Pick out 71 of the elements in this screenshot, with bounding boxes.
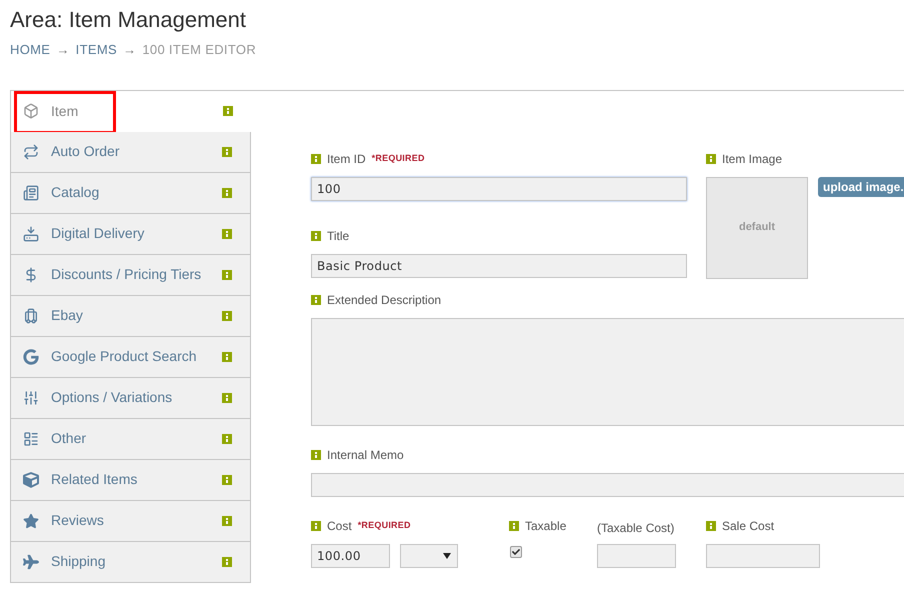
info-icon[interactable] bbox=[311, 520, 321, 530]
sidebar-tab[interactable]: Shipping bbox=[10, 542, 251, 582]
sidebar-tab[interactable]: Reviews bbox=[10, 500, 251, 542]
taxable-cost-field[interactable] bbox=[597, 544, 676, 568]
info-icon[interactable] bbox=[706, 520, 716, 530]
field-label: Title bbox=[327, 228, 350, 244]
info-icon[interactable] bbox=[222, 146, 232, 156]
field-label: Cost bbox=[327, 518, 352, 534]
field-label: Extended Description bbox=[327, 292, 442, 308]
required-note: *REQUIRED bbox=[372, 152, 425, 165]
dropdown-caret-icon bbox=[443, 552, 451, 558]
field-label: (Taxable Cost) bbox=[597, 520, 676, 532]
cube-icon bbox=[23, 472, 39, 488]
title-field[interactable]: Basic Product bbox=[311, 254, 687, 278]
sidebar-tab[interactable]: Catalog bbox=[10, 172, 251, 214]
taxable-checkbox[interactable] bbox=[510, 546, 522, 558]
info-icon[interactable] bbox=[222, 556, 232, 566]
info-icon[interactable] bbox=[222, 270, 232, 280]
breadcrumb-link[interactable]: ITEMS bbox=[76, 40, 117, 60]
upload-image-button[interactable]: upload image.. bbox=[818, 176, 904, 196]
briefcase-icon bbox=[23, 308, 39, 324]
sale-cost-field[interactable] bbox=[706, 544, 820, 568]
sidebar-tab[interactable]: Discounts / Pricing Tiers bbox=[10, 254, 251, 296]
sidebar-tab[interactable]: Digital Delivery bbox=[10, 214, 251, 254]
page-title: Area: Item Management bbox=[10, 6, 248, 34]
layout-icon bbox=[23, 430, 39, 446]
google-icon bbox=[23, 348, 39, 364]
repeat-icon bbox=[23, 144, 39, 160]
breadcrumb-separator: → bbox=[123, 41, 136, 59]
sidebar-tab[interactable]: Other bbox=[10, 418, 251, 460]
star-icon bbox=[23, 512, 39, 528]
sliders-icon bbox=[23, 390, 39, 406]
image-placeholder[interactable]: default bbox=[706, 176, 808, 278]
plane-icon bbox=[23, 554, 39, 570]
tray-download-icon bbox=[23, 226, 39, 242]
breadcrumb-current: 100 ITEM EDITOR bbox=[142, 41, 256, 59]
cube-icon bbox=[23, 103, 39, 119]
info-icon[interactable] bbox=[311, 294, 321, 304]
breadcrumb-separator: → bbox=[56, 41, 70, 59]
info-icon[interactable] bbox=[222, 392, 232, 402]
info-icon[interactable] bbox=[222, 516, 232, 526]
field-label: Sale Cost bbox=[722, 518, 774, 534]
currency-select[interactable] bbox=[400, 544, 458, 568]
info-icon[interactable] bbox=[222, 188, 232, 198]
description-field[interactable] bbox=[311, 318, 904, 426]
breadcrumb-link[interactable]: HOME bbox=[10, 40, 50, 60]
sidebar-tab[interactable]: Google Product Search bbox=[10, 336, 251, 378]
sidebar-tab[interactable]: Auto Order bbox=[10, 132, 251, 172]
info-icon[interactable] bbox=[222, 310, 232, 320]
cost-field[interactable]: 100.00 bbox=[311, 544, 390, 568]
info-icon[interactable] bbox=[706, 154, 716, 164]
info-icon[interactable] bbox=[223, 106, 233, 116]
info-icon[interactable] bbox=[311, 450, 321, 460]
item-id-field[interactable]: 100 bbox=[311, 176, 687, 200]
sidebar-tab[interactable]: Options / Variations bbox=[10, 378, 251, 418]
info-icon[interactable] bbox=[222, 434, 232, 444]
memo-field[interactable] bbox=[311, 472, 904, 496]
info-icon[interactable] bbox=[222, 228, 232, 238]
field-label: Item Image bbox=[722, 150, 782, 168]
info-icon[interactable] bbox=[311, 230, 321, 240]
sidebar-tab[interactable]: Ebay bbox=[10, 296, 251, 336]
info-icon[interactable] bbox=[222, 352, 232, 362]
field-label: Item ID bbox=[327, 150, 366, 168]
required-note: *REQUIRED bbox=[358, 518, 411, 532]
pages-icon bbox=[23, 184, 39, 200]
info-icon[interactable] bbox=[509, 520, 519, 530]
field-label: Internal Memo bbox=[327, 446, 404, 464]
info-icon[interactable] bbox=[222, 474, 232, 484]
info-icon[interactable] bbox=[311, 154, 321, 164]
sidebar-tab[interactable]: Related Items bbox=[10, 460, 251, 500]
field-label: Taxable bbox=[525, 518, 566, 534]
